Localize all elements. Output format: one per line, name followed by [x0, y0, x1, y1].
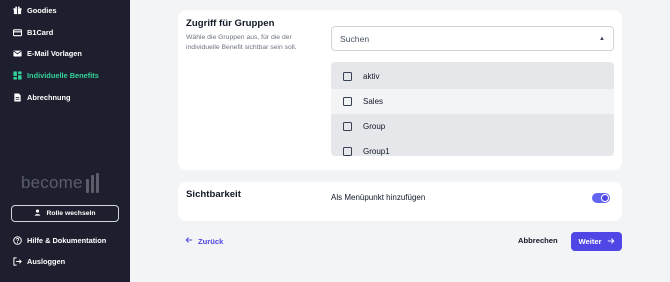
sidebar-item-label: Individuelle Benefits	[27, 70, 99, 80]
checkbox[interactable]	[343, 147, 352, 156]
toggle-knob	[601, 194, 609, 202]
checkbox[interactable]	[343, 97, 352, 106]
checkbox[interactable]	[343, 122, 352, 131]
group-access-card: Zugriff für Gruppen Wähle die Gruppen au…	[178, 10, 622, 170]
visibility-title: Sichtbarkeit	[186, 189, 241, 200]
sidebar-item-billing[interactable]: Abrechnung	[13, 89, 71, 105]
group-access-title: Zugriff für Gruppen	[186, 18, 275, 29]
list-item[interactable]: Group	[331, 114, 614, 139]
logo-text: become	[21, 173, 83, 192]
grid-icon	[13, 70, 22, 80]
checkbox[interactable]	[343, 72, 352, 81]
sidebar-item-goodies[interactable]: Goodies	[13, 2, 57, 18]
option-label: Sales	[363, 97, 384, 106]
list-item[interactable]: aktiv	[331, 64, 614, 89]
sidebar-item-email-templates[interactable]: E-Mail Vorlagen	[13, 45, 82, 61]
sidebar-item-label: E-Mail Vorlagen	[27, 48, 82, 58]
option-label: Group1	[363, 147, 390, 156]
menu-item-option-label: Als Menüpunkt hinzufügen	[331, 193, 426, 202]
logout-icon	[13, 256, 22, 266]
sidebar: Goodies B1Card E-Mail Vorlagen Individue…	[0, 0, 130, 282]
sidebar-item-label: Abrechnung	[27, 92, 71, 102]
switch-role-button[interactable]: Rolle wechseln	[11, 205, 119, 222]
list-item[interactable]: Sales	[331, 89, 614, 114]
cancel-button[interactable]: Abbrechen	[518, 236, 558, 245]
group-options-list[interactable]: aktiv Sales Group Group1	[331, 62, 614, 156]
option-label: aktiv	[363, 72, 380, 81]
back-button[interactable]: Zurück	[185, 236, 223, 246]
switch-role-label: Rolle wechseln	[46, 210, 96, 217]
caret-up-icon[interactable]: ▲	[599, 36, 605, 42]
document-icon	[13, 92, 22, 102]
sidebar-item-b1card[interactable]: B1Card	[13, 24, 53, 40]
sidebar-item-label: Goodies	[27, 5, 57, 15]
search-input[interactable]: Suchen	[340, 34, 369, 44]
logo-bars-icon	[85, 173, 99, 193]
sidebar-item-help[interactable]: Hilfe & Dokumentation	[13, 232, 106, 248]
become-logo: become	[21, 173, 99, 193]
user-icon	[34, 209, 41, 218]
mail-icon	[13, 49, 22, 58]
sidebar-item-label: Ausloggen	[27, 256, 66, 266]
group-access-description: Wähle die Gruppen aus, für die der indiv…	[186, 34, 297, 51]
help-icon	[13, 235, 22, 245]
sidebar-item-label: Hilfe & Dokumentation	[27, 235, 107, 245]
visibility-card: Sichtbarkeit Als Menüpunkt hinzufügen	[178, 182, 622, 221]
sidebar-item-individual-benefits[interactable]: Individuelle Benefits	[13, 67, 99, 83]
gift-icon	[13, 6, 22, 15]
arrow-left-icon	[185, 236, 193, 246]
next-label: Weiter	[578, 237, 602, 246]
back-label: Zurück	[198, 236, 224, 246]
card-icon	[13, 28, 22, 37]
menu-item-toggle[interactable]	[592, 193, 610, 203]
list-item[interactable]: Group1	[331, 139, 614, 156]
option-label: Group	[363, 122, 386, 131]
sidebar-item-logout[interactable]: Ausloggen	[13, 253, 65, 269]
group-search-select[interactable]: Suchen ▲	[331, 26, 614, 51]
next-button[interactable]: Weiter	[571, 232, 622, 251]
sidebar-item-label: B1Card	[27, 27, 54, 37]
arrow-right-icon	[607, 237, 615, 247]
